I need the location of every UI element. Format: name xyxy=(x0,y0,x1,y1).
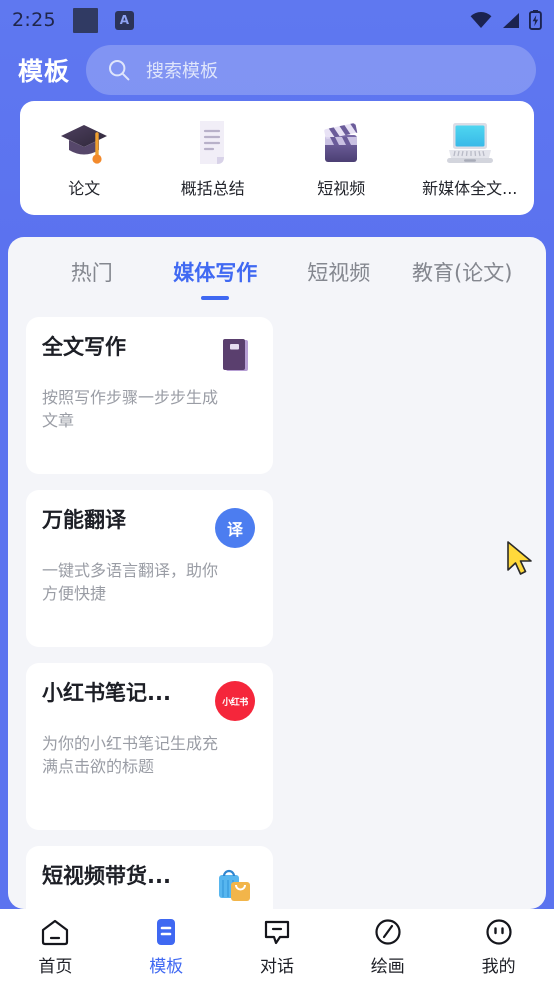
tab-label: 媒体写作 xyxy=(173,261,258,285)
badge-circle: 译 xyxy=(215,508,255,548)
quick-category-label: 论文 xyxy=(68,179,101,198)
quick-category-label: 概括总结 xyxy=(180,179,245,198)
purple-book-icon xyxy=(215,335,257,377)
laptop-icon xyxy=(443,117,497,169)
nav-item-home[interactable]: 首页 xyxy=(0,917,111,977)
card-description: 按照写作步骤一步步生成文章 xyxy=(42,388,219,431)
nav-label: 模板 xyxy=(149,957,184,977)
template-card[interactable]: 小红书笔记... 小红书 为你的小红书笔记生成充满点击欲的标题 xyxy=(26,663,273,830)
graduation-cap-icon xyxy=(57,117,111,169)
paint-circle-icon xyxy=(373,917,403,947)
translate-badge-icon: 译 xyxy=(215,508,257,550)
tab-hot[interactable]: 热门 xyxy=(30,257,154,300)
template-card[interactable]: 全文写作 按照写作步骤一步步生成文章 xyxy=(26,317,273,474)
card-title: 万能翻译 xyxy=(42,508,126,532)
battery-charging-icon xyxy=(529,10,542,30)
search-placeholder: 搜索模板 xyxy=(146,61,219,82)
shopping-bag-icon xyxy=(215,864,257,906)
quick-category-item-3[interactable]: 新媒体全文... xyxy=(406,117,535,199)
card-description: 为你的小红书笔记生成充满点击欲的标题 xyxy=(42,734,219,777)
bottom-navigation-bar: 首页 模板 对话 绘画 我的 xyxy=(0,909,554,985)
page-title: 模板 xyxy=(18,57,71,86)
cellular-signal-icon xyxy=(503,12,519,28)
nav-item-profile[interactable]: 我的 xyxy=(443,917,554,977)
tab-bar: 热门 媒体写作 短视频 教育(论文) xyxy=(8,237,546,317)
quick-category-item-2[interactable]: 短视频 xyxy=(277,117,406,199)
tab-media-writing[interactable]: 媒体写作 xyxy=(154,257,278,300)
tab-label: 教育(论文) xyxy=(412,261,513,285)
template-card[interactable]: 短视频带货... 一键生成带货金句，让你的商品不愁买家 xyxy=(26,846,273,909)
quick-category-item-1[interactable]: 概括总结 xyxy=(149,117,278,199)
nav-label: 首页 xyxy=(38,957,73,977)
quick-category-card: 论文 概括总结 短视频 新媒体全文... xyxy=(20,101,534,215)
card-description: 一键式多语言翻译，助你方便快捷 xyxy=(42,561,219,604)
clapperboard-icon xyxy=(314,117,368,169)
search-input[interactable]: 搜索模板 xyxy=(86,45,536,95)
template-card-grid: 全文写作 按照写作步骤一步步生成文章 万能翻译 译 一键式多语言翻译，助你方便快… xyxy=(8,317,546,909)
status-bar-time: 2:25 xyxy=(12,9,56,31)
top-bar: 模板 搜索模板 xyxy=(0,44,554,96)
template-panel: 热门 媒体写作 短视频 教育(论文) 全文写作 按照写作步骤一步步生成文章 万能… xyxy=(8,237,546,909)
tab-short-video[interactable]: 短视频 xyxy=(277,257,401,300)
nav-item-template[interactable]: 模板 xyxy=(111,917,222,977)
profile-face-icon xyxy=(484,917,514,947)
a-badge-icon: A xyxy=(114,10,134,30)
status-bar: 2:25 A xyxy=(0,0,554,40)
card-title: 短视频带货... xyxy=(42,864,171,888)
status-bar-right-icons xyxy=(470,10,542,30)
tab-education-thesis[interactable]: 教育(论文) xyxy=(401,257,525,300)
search-icon xyxy=(109,60,130,81)
badge-circle: 小红书 xyxy=(215,681,255,721)
home-icon xyxy=(40,917,70,947)
nav-label: 绘画 xyxy=(370,957,405,977)
nav-label: 我的 xyxy=(481,957,516,977)
tab-label: 热门 xyxy=(70,261,113,285)
quick-category-item-0[interactable]: 论文 xyxy=(20,117,149,199)
nav-item-drawing[interactable]: 绘画 xyxy=(332,917,443,977)
quick-category-label: 短视频 xyxy=(317,179,366,198)
template-icon xyxy=(151,917,181,947)
card-title: 全文写作 xyxy=(42,335,126,359)
nav-item-chat[interactable]: 对话 xyxy=(222,917,333,977)
tab-label: 短视频 xyxy=(307,261,371,285)
xiaohongshu-badge-icon: 小红书 xyxy=(215,681,257,723)
app-square-icon xyxy=(72,7,98,33)
quick-category-label: 新媒体全文... xyxy=(422,179,518,198)
nav-label: 对话 xyxy=(259,957,294,977)
template-card[interactable]: 万能翻译 译 一键式多语言翻译，助你方便快捷 xyxy=(26,490,273,647)
document-lines-icon xyxy=(186,117,240,169)
chat-bubble-icon xyxy=(262,917,292,947)
wifi-icon xyxy=(470,11,492,28)
tab-underline xyxy=(201,296,230,300)
card-title: 小红书笔记... xyxy=(42,681,171,705)
